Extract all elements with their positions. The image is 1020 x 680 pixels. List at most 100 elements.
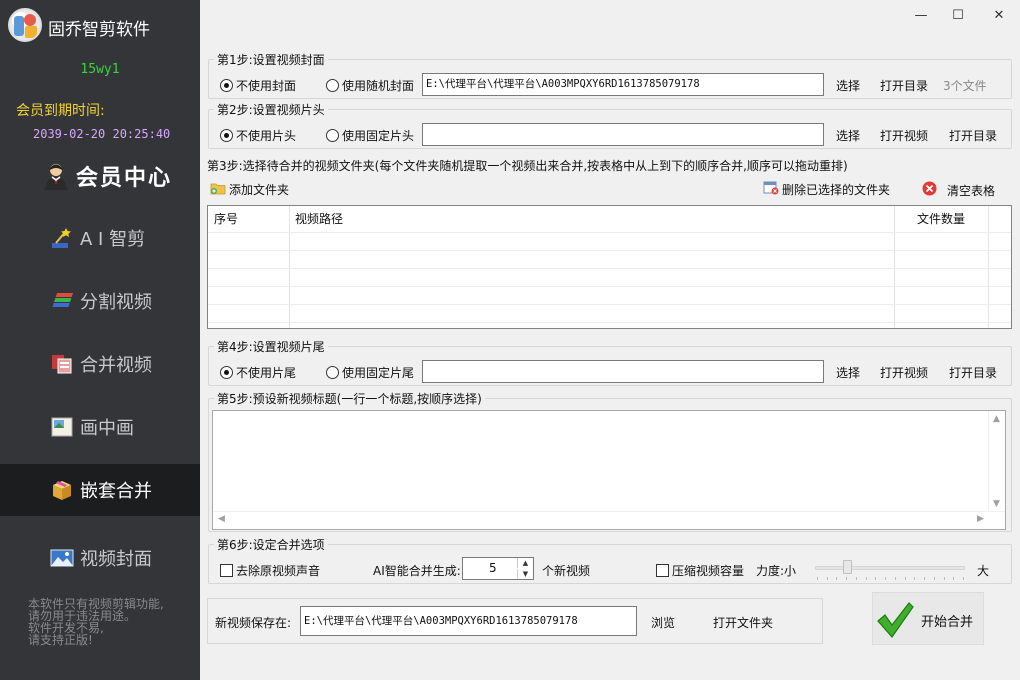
checkbox-box: [656, 564, 669, 577]
outro-path-input[interactable]: [422, 360, 824, 383]
slider-tick: [817, 577, 818, 580]
nav-item-picture-in-picture[interactable]: 画中画: [0, 401, 200, 453]
maximize-button[interactable]: ☐: [947, 6, 969, 26]
add-folder-label: 添加文件夹: [229, 183, 290, 197]
strength-slider-thumb[interactable]: [843, 560, 853, 574]
step1-title: 第1步:设置视频封面: [214, 51, 328, 68]
cover-random-label: 使用随机封面: [342, 79, 415, 93]
folder-add-icon: [210, 181, 226, 198]
close-button[interactable]: ✕: [988, 6, 1010, 26]
nav-item-member-center[interactable]: 会员中心: [0, 150, 200, 202]
step5-title: 第5步:预设新视频标题(一行一个标题,按顺序选择): [214, 390, 485, 407]
vertical-scrollbar[interactable]: ▲ ▼: [988, 411, 1005, 513]
outro-none-label: 不使用片尾: [236, 366, 297, 380]
cover-random-radio[interactable]: 使用随机封面: [326, 77, 414, 94]
title-textarea[interactable]: ▲ ▼ ◀ ▶: [212, 410, 1006, 530]
cover-path-input[interactable]: E:\代理平台\代理平台\A003MPQXY6RD1613785079178: [422, 73, 824, 96]
delete-selected-folder-label: 删除已选择的文件夹: [782, 183, 891, 197]
nav-label-video-cover: 视频封面: [80, 549, 152, 570]
checkmark-icon: [875, 597, 915, 641]
save-path-label: 新视频保存在:: [215, 616, 292, 630]
nav-item-video-cover[interactable]: 视频封面: [0, 532, 200, 584]
step6-title: 第6步:设定合并选项: [214, 536, 328, 553]
horizontal-scrollbar[interactable]: ◀ ▶: [213, 511, 1005, 529]
open-folder-button[interactable]: 打开文件夹: [713, 614, 773, 631]
cover-select-button[interactable]: 选择: [836, 77, 860, 94]
outro-open-video-button[interactable]: 打开视频: [880, 364, 928, 381]
slider-tick: [865, 577, 867, 580]
disclaimer: 本软件只有视频剪辑功能, 请勿用于违法用途。 软件开发不易, 请支持正版!: [28, 598, 198, 646]
radio-dot: [220, 366, 233, 379]
compress-label: 压缩视频容量: [672, 564, 745, 578]
strength-label: 力度:小: [756, 564, 797, 578]
scroll-right-icon[interactable]: ▶: [977, 514, 984, 524]
nav-label-ai-cut: A I 智剪: [80, 229, 146, 250]
scroll-down-icon[interactable]: ▼: [993, 499, 1000, 509]
strength-max-label: 大: [977, 564, 990, 578]
clear-x-icon: [922, 181, 937, 199]
expire-date: 2039-02-20 20:25:40: [33, 127, 171, 141]
step3-title: 第3步:选择待合并的视频文件夹(每个文件夹随机提取一个视频出来合并,按表格中从上…: [207, 159, 848, 173]
row-divider: [208, 322, 1011, 323]
nav-item-ai-cut[interactable]: A I 智剪: [0, 212, 200, 264]
image-cover-icon: [50, 547, 74, 569]
cover-none-label: 不使用封面: [236, 79, 297, 93]
radio-dot: [220, 79, 233, 92]
delete-window-icon: [763, 181, 779, 198]
radio-dot: [220, 129, 233, 142]
column-header-video-path[interactable]: 视频路径: [289, 206, 343, 232]
merge-film-icon: [50, 353, 74, 375]
outro-open-dir-button[interactable]: 打开目录: [949, 364, 997, 381]
minimize-button[interactable]: —: [910, 6, 932, 26]
add-folder-button[interactable]: 添加文件夹: [210, 181, 289, 198]
stepper-down-icon[interactable]: ▼: [517, 569, 533, 579]
app-title: 固乔智剪软件: [48, 20, 150, 40]
stepper-up-icon[interactable]: ▲: [517, 558, 533, 568]
nav-label-picture-in-picture: 画中画: [80, 418, 134, 439]
row-divider: [208, 268, 1011, 269]
expire-label: 会员到期时间:: [16, 103, 105, 119]
slider-tick: [904, 577, 906, 580]
nav-item-merge-video[interactable]: 合并视频: [0, 338, 200, 390]
nav-item-split-video[interactable]: 分割视频: [0, 275, 200, 327]
clear-table-button[interactable]: 清空表格: [922, 181, 995, 199]
delete-selected-folder-button[interactable]: 删除已选择的文件夹: [763, 181, 890, 198]
column-header-file-count[interactable]: 文件数量: [911, 206, 965, 232]
compress-checkbox[interactable]: 压缩视频容量: [656, 562, 744, 579]
cover-file-count: 3个文件: [943, 79, 987, 93]
cover-open-dir-button[interactable]: 打开目录: [880, 77, 928, 94]
cover-none-radio[interactable]: 不使用封面: [220, 77, 296, 94]
nav-item-nested-merge[interactable]: 嵌套合并: [0, 464, 200, 516]
outro-fixed-radio[interactable]: 使用固定片尾: [326, 364, 414, 381]
browse-button[interactable]: 浏览: [651, 614, 675, 631]
intro-fixed-label: 使用固定片头: [342, 129, 415, 143]
scroll-left-icon[interactable]: ◀: [218, 514, 225, 524]
strength-slider-track[interactable]: [815, 566, 965, 570]
remove-audio-checkbox[interactable]: 去除原视频声音: [220, 562, 320, 579]
slider-tick: [914, 577, 916, 580]
row-divider: [208, 304, 1011, 305]
split-film-icon: [50, 290, 74, 312]
scroll-up-icon[interactable]: ▲: [993, 414, 1000, 424]
start-merge-button[interactable]: 开始合并: [872, 592, 984, 645]
ai-gen-count-stepper[interactable]: 5 ▲ ▼: [462, 557, 534, 580]
intro-path-input[interactable]: [422, 123, 824, 146]
intro-select-button[interactable]: 选择: [836, 127, 860, 144]
intro-none-radio[interactable]: 不使用片头: [220, 127, 296, 144]
column-header-index[interactable]: 序号: [208, 206, 238, 232]
intro-open-video-button[interactable]: 打开视频: [880, 127, 928, 144]
step2-title: 第2步:设置视频片头: [214, 101, 328, 118]
nested-box-icon: [50, 479, 74, 501]
clear-table-label: 清空表格: [947, 183, 996, 198]
slider-tick: [943, 577, 945, 580]
outro-none-radio[interactable]: 不使用片尾: [220, 364, 296, 381]
row-divider: [208, 232, 1011, 233]
outro-select-button[interactable]: 选择: [836, 364, 860, 381]
slider-tick: [953, 577, 955, 580]
save-path-input[interactable]: E:\代理平台\代理平台\A003MPQXY6RD1613785079178: [300, 606, 637, 636]
intro-open-dir-button[interactable]: 打开目录: [949, 127, 997, 144]
step6-group: 第6步:设定合并选项: [208, 536, 1012, 584]
member-icon: [42, 162, 70, 190]
folder-table[interactable]: 序号 视频路径 文件数量: [207, 205, 1012, 329]
intro-fixed-radio[interactable]: 使用固定片头: [326, 127, 414, 144]
